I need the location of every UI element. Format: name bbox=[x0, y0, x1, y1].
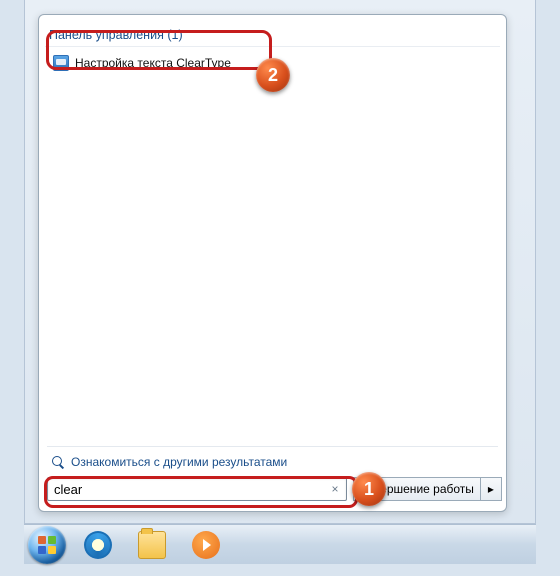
taskbar-item-media-player[interactable] bbox=[180, 527, 232, 563]
category-label: Панель управления bbox=[49, 28, 164, 42]
search-icon bbox=[51, 455, 65, 469]
more-results-label: Ознакомиться с другими результатами bbox=[71, 455, 287, 469]
media-player-icon bbox=[192, 531, 220, 559]
annotation-badge-2: 2 bbox=[256, 58, 290, 92]
result-label: Настройка текста ClearType bbox=[75, 56, 231, 70]
search-input[interactable] bbox=[54, 479, 328, 499]
category-count: 1 bbox=[171, 28, 178, 42]
start-menu-bottom: Ознакомиться с другими результатами × За… bbox=[39, 447, 506, 511]
more-results-link[interactable]: Ознакомиться с другими результатами bbox=[47, 455, 498, 469]
file-explorer-icon bbox=[138, 531, 166, 559]
windows-logo-icon bbox=[38, 536, 46, 544]
search-row: × Завершение работы ▸ bbox=[47, 477, 498, 501]
category-header: Панель управления (1) bbox=[45, 25, 500, 47]
taskbar-item-ie[interactable] bbox=[72, 527, 124, 563]
taskbar bbox=[24, 524, 536, 564]
clear-search-icon[interactable]: × bbox=[328, 482, 342, 496]
internet-explorer-icon bbox=[84, 531, 112, 559]
search-box[interactable]: × bbox=[47, 477, 347, 501]
monitor-icon bbox=[53, 55, 69, 71]
annotation-badge-1: 1 bbox=[352, 472, 386, 506]
taskbar-item-explorer[interactable] bbox=[126, 527, 178, 563]
start-button[interactable] bbox=[28, 526, 66, 564]
shutdown-options-button[interactable]: ▸ bbox=[480, 477, 502, 501]
